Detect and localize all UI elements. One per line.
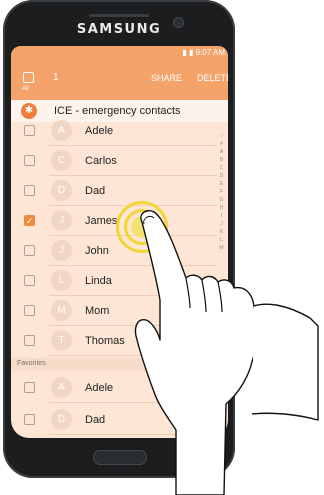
pointing-hand-icon xyxy=(134,210,319,495)
